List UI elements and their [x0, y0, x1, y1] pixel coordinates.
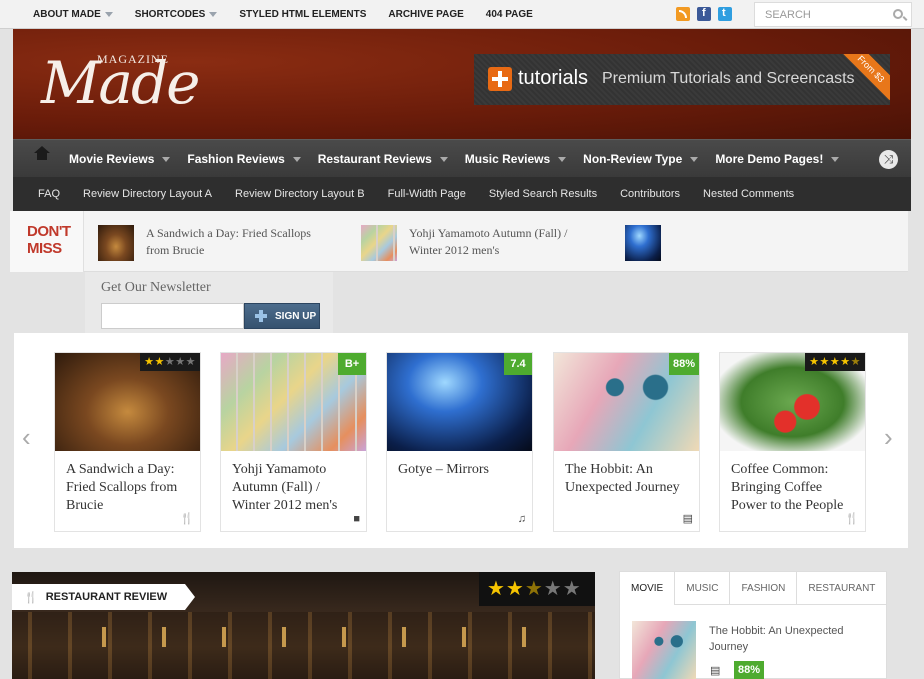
social-links [676, 7, 732, 21]
chevron-down-icon [690, 156, 699, 162]
plus-icon [488, 67, 512, 91]
restaurant-icon: 🍴 [180, 513, 194, 525]
tab-item-thumbnail[interactable] [632, 621, 696, 679]
ad-banner[interactable]: tutorials Premium Tutorials and Screenca… [474, 54, 890, 105]
star-rating: ★★★★★ [140, 353, 200, 371]
chevron-down-icon [209, 12, 218, 17]
subnav-full-width[interactable]: Full-Width Page [388, 188, 466, 200]
card-title: Gotye – Mirrors [398, 462, 489, 477]
card-title: Coffee Common: Bringing Coffee Power to … [731, 462, 844, 513]
subnav-faq[interactable]: FAQ [38, 188, 60, 200]
chevron-down-icon [104, 12, 113, 17]
sub-nav: FAQ Review Directory Layout A Review Dir… [13, 177, 911, 211]
restaurant-icon: 🍴 [845, 513, 859, 525]
star-rating: ★★★★★ [805, 353, 865, 371]
chevron-down-icon [831, 156, 840, 162]
percent-badge: 88% [734, 661, 764, 679]
top-nav-about[interactable]: ABOUT MADE [33, 9, 113, 20]
newsletter-title: Get Our Newsletter [101, 280, 211, 295]
nav-more-demo-pages[interactable]: More Demo Pages! [715, 152, 840, 166]
newsletter-box: Get Our Newsletter SIGN UP [85, 272, 333, 333]
facebook-icon[interactable] [697, 7, 711, 21]
top-nav-styled-html[interactable]: STYLED HTML ELEMENTS [239, 9, 366, 20]
dont-miss-item[interactable]: Yohji Yamamoto Autumn (Fall) / Winter 20… [361, 225, 599, 261]
subnav-directory-a[interactable]: Review Directory Layout A [83, 188, 212, 200]
chevron-down-icon [439, 156, 448, 162]
search-box [754, 2, 912, 27]
chevron-left-icon[interactable]: ‹ [22, 424, 38, 450]
restaurant-icon: 🍴 [24, 591, 38, 604]
category-tabs-widget: MOVIE MUSIC FASHION RESTAURANT The Hobbi… [619, 571, 887, 679]
dont-miss-thumbnail [98, 225, 134, 261]
fashion-icon: ■ [353, 513, 360, 525]
card-title: Yohji Yamamoto Autumn (Fall) / Winter 20… [232, 462, 338, 513]
nav-movie-reviews[interactable]: Movie Reviews [69, 152, 171, 166]
category-label[interactable]: 🍴 RESTAURANT REVIEW [12, 584, 196, 610]
star-rating: ★★★★★ [479, 572, 595, 606]
banner-brand: tutorials [518, 67, 589, 89]
sign-up-button[interactable]: SIGN UP [244, 303, 320, 329]
dont-miss-title: Yohji Yamamoto Autumn (Fall) / Winter 20… [409, 226, 568, 257]
chevron-down-icon [558, 156, 567, 162]
rss-icon[interactable] [676, 7, 690, 21]
subnav-search-results[interactable]: Styled Search Results [489, 188, 597, 200]
movie-icon: ▤ [710, 665, 721, 677]
card-title: A Sandwich a Day: Fried Scallops from Br… [66, 462, 178, 513]
logo-subtitle: MAGAZINE [97, 52, 169, 66]
nav-restaurant-reviews[interactable]: Restaurant Reviews [318, 152, 448, 166]
search-input[interactable] [755, 3, 885, 26]
banner-tagline: Premium Tutorials and Screencasts [602, 70, 855, 87]
newsletter-email-field[interactable] [101, 303, 244, 329]
review-carousel: ‹ ★★★★★ A Sandwich a Day: Fried Scallops… [14, 333, 908, 548]
grade-badge: B+ [338, 353, 366, 375]
top-bar: ABOUT MADE SHORTCODES STYLED HTML ELEMEN… [0, 0, 924, 29]
carousel-card[interactable]: ★★★★★ A Sandwich a Day: Fried Scallops f… [54, 352, 201, 532]
dont-miss-title: A Sandwich a Day: Fried Scallops from Br… [146, 226, 311, 257]
home-icon[interactable] [34, 146, 50, 164]
tab-movie[interactable]: MOVIE [620, 572, 675, 605]
top-nav-archive[interactable]: ARCHIVE PAGE [388, 9, 463, 20]
tab-restaurant[interactable]: RESTAURANT [796, 572, 886, 604]
tab-music[interactable]: MUSIC [674, 572, 729, 604]
top-nav-404[interactable]: 404 PAGE [486, 9, 533, 20]
dont-miss-item[interactable] [625, 225, 661, 261]
dont-miss-thumbnail [361, 225, 397, 261]
card-title: The Hobbit: An Unexpected Journey [565, 462, 680, 495]
dont-miss-bar: DON'T MISS A Sandwich a Day: Fried Scall… [10, 211, 908, 272]
tab-bar: MOVIE MUSIC FASHION RESTAURANT [620, 572, 886, 605]
dont-miss-label: DON'T MISS [10, 211, 84, 272]
carousel-card[interactable]: 88% The Hobbit: An Unexpected Journey ▤ [553, 352, 700, 532]
carousel-card[interactable]: ★★★★★ Coffee Common: Bringing Coffee Pow… [719, 352, 866, 532]
chevron-right-icon[interactable]: › [884, 424, 900, 450]
subnav-nested-comments[interactable]: Nested Comments [703, 188, 794, 200]
nav-fashion-reviews[interactable]: Fashion Reviews [187, 152, 301, 166]
movie-icon: ▤ [682, 513, 693, 525]
dont-miss-item[interactable]: A Sandwich a Day: Fried Scallops from Br… [98, 225, 336, 261]
score-badge: 7.4 [504, 353, 532, 375]
nav-music-reviews[interactable]: Music Reviews [465, 152, 567, 166]
tab-fashion[interactable]: FASHION [729, 572, 796, 604]
featured-image-lights [72, 627, 532, 647]
main-nav: Movie Reviews Fashion Reviews Restaurant… [13, 139, 911, 177]
tab-item-title[interactable]: The Hobbit: An Unexpected Journey [709, 623, 879, 655]
top-nav-shortcodes[interactable]: SHORTCODES [135, 9, 218, 20]
search-icon[interactable] [893, 9, 903, 19]
featured-review[interactable]: 🍴 RESTAURANT REVIEW ★★★★★ [12, 572, 595, 679]
subnav-directory-b[interactable]: Review Directory Layout B [235, 188, 365, 200]
nav-non-review-type[interactable]: Non-Review Type [583, 152, 699, 166]
top-nav: ABOUT MADE SHORTCODES STYLED HTML ELEMEN… [22, 0, 544, 29]
chevron-down-icon [162, 156, 171, 162]
shuffle-icon[interactable]: ⤨ [879, 150, 898, 169]
carousel-card[interactable]: B+ Yohji Yamamoto Autumn (Fall) / Winter… [220, 352, 367, 532]
music-icon: ♫ [517, 513, 526, 525]
twitter-icon[interactable] [718, 7, 732, 21]
site-logo[interactable]: Made MAGAZINE [41, 47, 201, 127]
dont-miss-thumbnail [625, 225, 661, 261]
plus-icon [255, 310, 267, 322]
site-header: Made MAGAZINE tutorials Premium Tutorial… [13, 29, 911, 139]
percent-badge: 88% [668, 353, 699, 375]
subnav-contributors[interactable]: Contributors [620, 188, 680, 200]
chevron-down-icon [292, 156, 301, 162]
carousel-card[interactable]: 7.4 Gotye – Mirrors ♫ [386, 352, 533, 532]
